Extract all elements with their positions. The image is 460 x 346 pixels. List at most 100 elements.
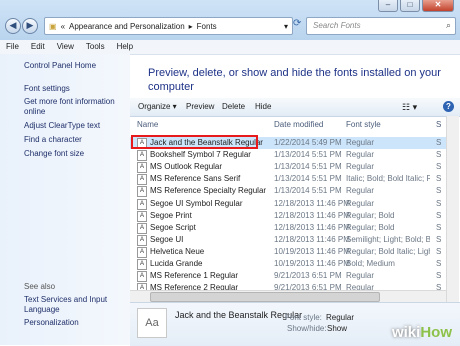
font-name: MS Reference 1 Regular	[150, 271, 239, 281]
font-name: MS Outlook Regular	[150, 162, 223, 172]
font-s: S	[436, 186, 442, 196]
highlight-box	[131, 135, 258, 149]
column-name[interactable]: Name	[137, 120, 158, 129]
menu-tools[interactable]: Tools	[80, 40, 111, 54]
change-font-size-link[interactable]: Change font size	[24, 149, 128, 159]
help-icon[interactable]: ?	[443, 101, 454, 112]
breadcrumb-fonts[interactable]: Fonts	[197, 22, 217, 31]
font-name: Lucida Grande	[150, 259, 203, 268]
menu-help[interactable]: Help	[111, 40, 139, 54]
font-name: MS Reference Sans Serif	[150, 174, 241, 184]
font-s: S	[436, 162, 442, 172]
font-name: Helvetica Neue	[150, 246, 205, 256]
table-row[interactable]: A Segoe Print 12/18/2013 11:46 PM Regular; …	[130, 210, 446, 222]
font-s: S	[436, 210, 442, 220]
font-s: S	[436, 174, 442, 184]
font-date: 10/19/2013 11:46 PM	[274, 246, 350, 256]
folder-icon: ▣	[49, 21, 57, 31]
forward-button[interactable]: ▶	[22, 18, 38, 34]
search-input[interactable]: Search Fonts	[313, 21, 361, 30]
refresh-icon[interactable]: ⟳	[293, 18, 304, 32]
breadcrumb-separator-icon[interactable]: ▸	[189, 22, 193, 31]
maximize-button[interactable]: □	[400, 0, 420, 12]
hide-button[interactable]: Hide	[255, 102, 271, 111]
minimize-button[interactable]: –	[378, 0, 398, 12]
preview-button[interactable]: Preview	[186, 102, 214, 111]
details-show-label: Show/hide:	[287, 324, 327, 333]
control-panel-home-link[interactable]: Control Panel Home	[24, 61, 128, 71]
more-font-info-link[interactable]: Get more font information online	[24, 97, 128, 117]
address-dropdown-icon[interactable]: ▾	[284, 22, 288, 31]
font-name: Segoe Script	[150, 222, 196, 232]
font-file-icon: A	[137, 150, 147, 162]
font-s: S	[436, 150, 442, 160]
table-row[interactable]: A Segoe UI Symbol Regular 12/18/2013 11:46…	[130, 198, 446, 210]
table-row[interactable]: A Lucida Grande 10/19/2013 11:46 PM Bold; M…	[130, 258, 446, 270]
scrollbar-thumb[interactable]	[150, 292, 380, 302]
font-settings-link[interactable]: Font settings	[24, 84, 128, 94]
font-s: S	[436, 234, 442, 244]
font-file-icon: A	[137, 174, 147, 186]
font-file-icon: A	[137, 259, 147, 270]
breadcrumb-appearance[interactable]: Appearance and Personalization	[69, 22, 185, 31]
menu-file[interactable]: File	[0, 40, 25, 54]
text-services-link[interactable]: Text Services and Input Language	[24, 295, 128, 315]
font-name: Bookshelf Symbol 7 Regular	[150, 150, 251, 160]
font-style: Regular; Bold Italic; Ligh...	[346, 246, 430, 256]
address-bar[interactable]: ▣ « Appearance and Personalization ▸ Fon…	[44, 17, 293, 35]
table-row[interactable]: A MS Reference Sans Serif 1/13/2014 5:51 P…	[130, 173, 446, 186]
table-row[interactable]: A Segoe UI 12/18/2013 11:46 PM Semilight; L…	[130, 234, 446, 246]
font-style: Regular	[346, 198, 375, 208]
font-file-icon: A	[137, 246, 147, 258]
font-date: 1/13/2014 5:51 PM	[274, 150, 342, 160]
page-title: Preview, delete, or show and hide the fo…	[148, 67, 441, 93]
font-style: Regular	[346, 150, 375, 160]
font-name: Segoe UI	[150, 234, 184, 244]
table-row[interactable]: A MS Reference 1 Regular 9/21/2013 6:51 PM…	[130, 270, 446, 283]
details-font-name: Jack and the Beanstalk Regular	[175, 310, 303, 320]
font-file-icon: A	[137, 222, 147, 234]
vertical-scrollbar[interactable]	[446, 116, 459, 302]
window-controls: – □ ✕	[378, 0, 454, 12]
wikihow-watermark: wikiHow	[391, 324, 452, 341]
details-style-value: Regular	[326, 313, 355, 322]
table-row[interactable]: A Helvetica Neue 10/19/2013 11:46 PM Regula…	[130, 246, 446, 258]
column-date-modified[interactable]: Date modified	[274, 120, 323, 129]
font-name: Segoe Print	[150, 210, 192, 220]
font-file-icon: A	[137, 162, 147, 174]
menu-bar: File Edit View Tools Help	[0, 40, 460, 55]
column-font-style[interactable]: Font style	[346, 120, 381, 129]
font-date: 10/19/2013 11:46 PM	[274, 259, 350, 268]
menu-edit[interactable]: Edit	[25, 40, 51, 54]
font-style: Bold; Medium	[346, 259, 395, 268]
search-box[interactable]: Search Fonts ⌕	[306, 17, 456, 35]
font-date: 1/13/2014 5:51 PM	[274, 186, 342, 196]
column-s[interactable]: S	[436, 120, 441, 129]
font-style: Regular	[346, 162, 375, 172]
back-button[interactable]: ◀	[5, 18, 21, 34]
table-row[interactable]: A MS Reference Specialty Regular 1/13/2014…	[130, 185, 446, 198]
close-button[interactable]: ✕	[422, 0, 454, 12]
font-date: 1/13/2014 5:51 PM	[274, 162, 342, 172]
font-s: S	[436, 138, 442, 147]
personalization-link[interactable]: Personalization	[24, 318, 128, 328]
search-icon[interactable]: ⌕	[446, 20, 451, 31]
font-style: Regular	[346, 186, 375, 196]
font-s: S	[436, 246, 442, 256]
font-name: Segoe UI Symbol Regular	[150, 198, 243, 208]
view-options-icon[interactable]: ☷ ▾	[402, 102, 417, 113]
delete-button[interactable]: Delete	[222, 102, 245, 111]
table-row[interactable]: A Segoe Script 12/18/2013 11:46 PM Regular;…	[130, 222, 446, 234]
font-file-icon: A	[137, 198, 147, 210]
table-row[interactable]: A MS Outlook Regular 1/13/2014 5:51 PM Regu…	[130, 161, 446, 174]
toolbar: Organize ▾ Preview Delete Hide ☷ ▾ ?	[130, 98, 460, 117]
cleartype-link[interactable]: Adjust ClearType text	[24, 121, 128, 131]
table-row[interactable]: A Bookshelf Symbol 7 Regular 1/13/2014 5:5…	[130, 149, 446, 162]
organize-button[interactable]: Organize ▾	[138, 102, 177, 111]
font-file-icon: A	[137, 234, 147, 246]
menu-view[interactable]: View	[51, 40, 80, 54]
find-character-link[interactable]: Find a character	[24, 135, 128, 145]
font-date: 12/18/2013 11:46 PM	[274, 234, 350, 244]
font-s: S	[436, 222, 442, 232]
font-file-icon: A	[137, 271, 147, 283]
